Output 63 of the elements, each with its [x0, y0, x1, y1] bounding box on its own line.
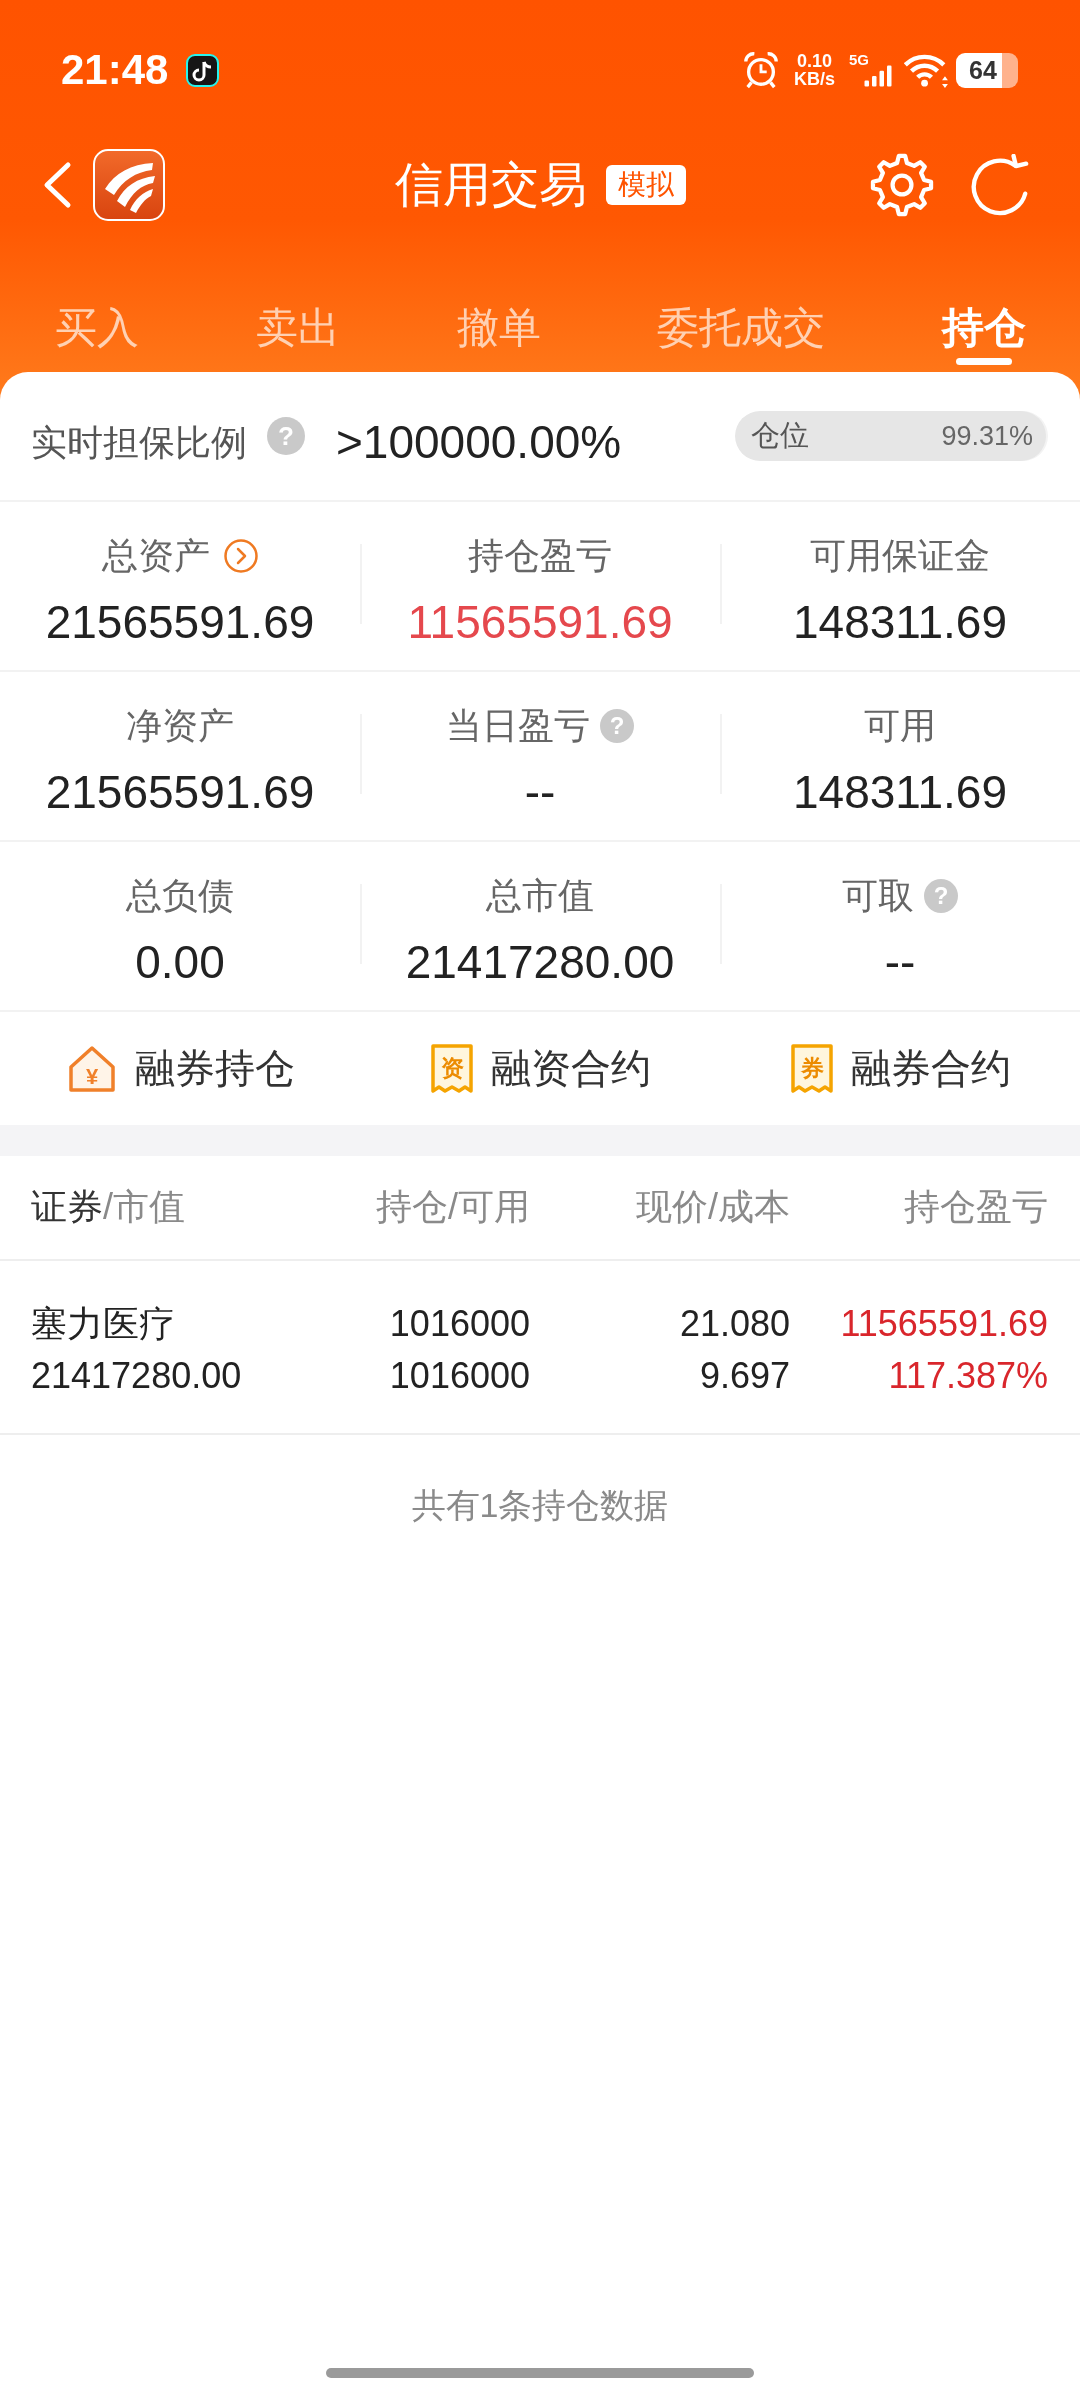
column-header[interactable]: 现价/成本: [636, 1183, 790, 1232]
chevron-circle-icon[interactable]: [224, 539, 258, 573]
collateral-ratio-value: >100000.00%: [336, 415, 622, 469]
stat-value: 148311.69: [793, 768, 1007, 816]
shortcut-button[interactable]: ¥ 融券持仓: [65, 1041, 295, 1096]
stat-label: 总负债: [126, 874, 234, 918]
network-type: 5G: [849, 52, 869, 67]
table-cell-text: 1016000: [389, 1302, 530, 1346]
stat-value: --: [524, 768, 556, 816]
holdings-count: 共有1条持仓数据: [411, 1485, 669, 1526]
table-cell-text: 11565591.69: [840, 1302, 1048, 1346]
stat-value: 21417280.00: [405, 938, 675, 986]
stat-label: 净资产: [126, 704, 234, 748]
table-cell-text: 21.080: [679, 1302, 790, 1346]
status-time: 21:48: [61, 49, 169, 91]
stat-label: 当日盈亏: [446, 704, 590, 748]
settings-icon[interactable]: [869, 152, 935, 218]
tab[interactable]: 卖出: [255, 272, 340, 372]
stock-name: 塞力医疗: [31, 1302, 175, 1346]
receipt-icon: 资: [429, 1042, 474, 1095]
receipt-icon: 券: [789, 1042, 834, 1095]
column-header[interactable]: 持仓/可用: [376, 1183, 530, 1232]
stat-value: 148311.69: [793, 598, 1007, 646]
tab[interactable]: 买入: [55, 272, 139, 372]
help-icon[interactable]: ?: [924, 879, 958, 913]
stat-value: 11565591.69: [407, 598, 673, 646]
table-cell-text: 117.387%: [888, 1354, 1048, 1398]
tab[interactable]: 撤单: [456, 272, 541, 372]
shortcut-button[interactable]: 资 融资合约: [429, 1041, 651, 1096]
position-reading: 99.31%: [941, 420, 1033, 452]
stat-value: --: [884, 938, 916, 986]
wifi-icon: [904, 52, 949, 88]
shortcut-button[interactable]: 券 融券合约: [789, 1041, 1011, 1096]
mode-badge: 模拟: [605, 165, 686, 205]
stat-label: 可取: [842, 874, 914, 918]
alarm-clock-icon: [742, 51, 780, 89]
stat-label: 总资产: [102, 534, 210, 578]
stat-label: 可用保证金: [810, 534, 990, 578]
help-icon[interactable]: ?: [267, 417, 305, 455]
stat-label: 总市值: [486, 874, 594, 918]
table-cell-text: 1016000: [389, 1354, 530, 1398]
network-speed-unit: KB/s: [794, 70, 835, 88]
table-cell-text: 9.697: [699, 1354, 790, 1398]
music-note-icon: [186, 53, 220, 87]
column-header[interactable]: 持仓盈亏: [904, 1183, 1048, 1232]
table-cell-text: 21417280.00: [31, 1354, 242, 1398]
page-title: 信用交易: [394, 158, 587, 212]
stat-value: 21565591.69: [45, 768, 315, 816]
battery-icon: 64: [956, 52, 1018, 88]
stat-label: 可用: [864, 704, 936, 748]
position-label: 仓位: [751, 418, 809, 453]
stat-value: 21565591.69: [45, 598, 315, 646]
refresh-icon[interactable]: [969, 154, 1031, 216]
help-icon[interactable]: ?: [600, 709, 634, 743]
stat-label: 持仓盈亏: [468, 534, 612, 578]
app-logo-icon: [93, 149, 165, 221]
signal-bars-icon: [863, 64, 893, 88]
column-header[interactable]: 证券/市值: [31, 1183, 185, 1232]
network-speed: 0.10: [796, 52, 832, 70]
collateral-ratio-label: 实时担保比例: [31, 420, 247, 465]
tab[interactable]: 委托成交: [657, 272, 826, 372]
stat-value: 0.00: [135, 938, 225, 986]
tab[interactable]: 持仓: [942, 272, 1026, 372]
